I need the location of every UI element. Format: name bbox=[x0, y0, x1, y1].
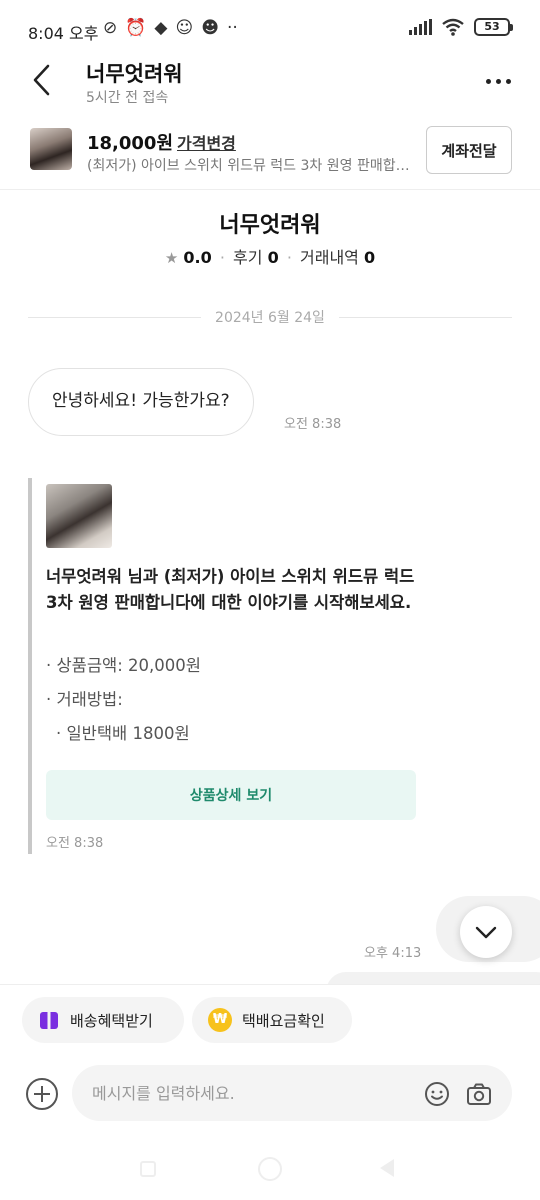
add-attachment-button[interactable] bbox=[26, 1078, 58, 1110]
transactions-count: 0 bbox=[363, 248, 376, 267]
camera-button[interactable] bbox=[466, 1081, 492, 1107]
product-image[interactable] bbox=[46, 484, 112, 548]
status-icons: ⊘ ⏰ ◆ ☺ ☻ ·· bbox=[103, 18, 238, 38]
message-time: 오전 8:38 bbox=[284, 417, 342, 432]
outgoing-message-time: 오후 4:13 bbox=[364, 946, 422, 961]
reviews-count: 0 bbox=[267, 248, 279, 267]
system-message-time: 오전 8:38 bbox=[46, 836, 104, 851]
alarm-icon: ⏰ bbox=[125, 18, 147, 38]
emoji-button[interactable] bbox=[424, 1081, 450, 1107]
more-notifications-icon: ·· bbox=[226, 18, 238, 38]
vibrate-off-icon: ⊘ bbox=[103, 18, 118, 38]
back-button[interactable] bbox=[28, 62, 58, 98]
chip-label: 배송혜택받기 bbox=[70, 1011, 153, 1030]
app-icon: ☺ bbox=[175, 18, 194, 38]
message-input-row bbox=[0, 1065, 540, 1121]
rating-value: 0.0 bbox=[183, 248, 212, 267]
transactions-label: 거래내역 bbox=[300, 248, 359, 267]
more-dot bbox=[486, 79, 491, 84]
system-message-card: 너무엇려워 님과 (최저가) 아이브 스위치 위드뮤 럭드 3차 원영 판매합니… bbox=[28, 478, 428, 854]
product-price: 18,000원 bbox=[87, 133, 174, 154]
product-title[interactable]: (최저가) 아이브 스위치 위드뮤 럭드 3차 원영 판매합니다 bbox=[87, 155, 417, 175]
nav-back-icon[interactable] bbox=[380, 1159, 394, 1177]
star-icon: ★ bbox=[164, 249, 179, 267]
trade-method-line: · 거래방법: bbox=[46, 690, 123, 709]
product-bar: 18,000원 가격변경 (최저가) 아이브 스위치 위드뮤 럭드 3차 원영 … bbox=[0, 118, 540, 190]
status-time: 8:04 오후 bbox=[28, 24, 99, 43]
won-coin-icon: ₩ bbox=[208, 1008, 232, 1032]
emoji-icon bbox=[425, 1082, 449, 1106]
chip-label: 택배요금확인 bbox=[242, 1011, 325, 1030]
shipping-line: · 일반택배 1800원 bbox=[56, 724, 190, 743]
chevron-down-icon bbox=[475, 926, 497, 939]
status-bar: 8:04 오후 ⊘ ⏰ ◆ ☺ ☻ ·· 53 bbox=[0, 0, 540, 56]
signal-icon bbox=[409, 19, 432, 35]
home-icon[interactable] bbox=[258, 1157, 282, 1181]
reviews-label: 후기 bbox=[233, 248, 263, 267]
date-divider: 2024년 6월 24일 bbox=[28, 305, 512, 329]
more-dot bbox=[506, 79, 511, 84]
last-seen: 5시간 전 접속 bbox=[86, 90, 169, 106]
change-price-link[interactable]: 가격변경 bbox=[177, 130, 236, 154]
scroll-to-bottom-button[interactable] bbox=[460, 906, 512, 958]
delivery-fee-chip[interactable]: ₩ 택배요금확인 bbox=[192, 997, 352, 1043]
more-dot bbox=[496, 79, 501, 84]
more-options-button[interactable] bbox=[484, 66, 514, 96]
product-thumbnail[interactable] bbox=[30, 128, 72, 170]
app-icon-2: ☻ bbox=[201, 18, 219, 38]
chat-partner-name: 너무엇려워 bbox=[86, 62, 183, 86]
incoming-message[interactable]: 안녕하세요! 가능한가요? bbox=[28, 368, 254, 436]
system-message-text: 너무엇려워 님과 (최저가) 아이브 스위치 위드뮤 럭드 3차 원영 판매합니… bbox=[46, 567, 415, 612]
product-price-line: · 상품금액: 20,000원 bbox=[46, 656, 201, 675]
chat-header: 너무엇려워 5시간 전 접속 bbox=[0, 56, 540, 112]
battery-icon: 53 bbox=[474, 18, 513, 36]
profile-stats: ★ 0.0 · 후기 0 · 거래내역 0 bbox=[164, 248, 376, 267]
system-navigation-bar bbox=[0, 1149, 540, 1189]
pill-icon: ◆ bbox=[154, 18, 168, 38]
camera-icon bbox=[467, 1083, 491, 1105]
date-label: 2024년 6월 24일 bbox=[215, 310, 325, 326]
chevron-left-icon bbox=[33, 64, 50, 96]
gift-icon bbox=[40, 1012, 58, 1029]
account-transfer-button[interactable]: 계좌전달 bbox=[426, 126, 512, 174]
profile-name: 너무엇려워 bbox=[219, 213, 321, 238]
shipping-benefit-chip[interactable]: 배송혜택받기 bbox=[22, 997, 184, 1043]
product-detail-button[interactable]: 상품상세 보기 bbox=[46, 770, 416, 820]
recent-apps-icon[interactable] bbox=[140, 1161, 156, 1177]
status-right: 53 bbox=[409, 18, 513, 36]
wifi-icon bbox=[442, 18, 464, 36]
bottom-panel: 배송혜택받기 ₩ 택배요금확인 bbox=[0, 984, 540, 1200]
